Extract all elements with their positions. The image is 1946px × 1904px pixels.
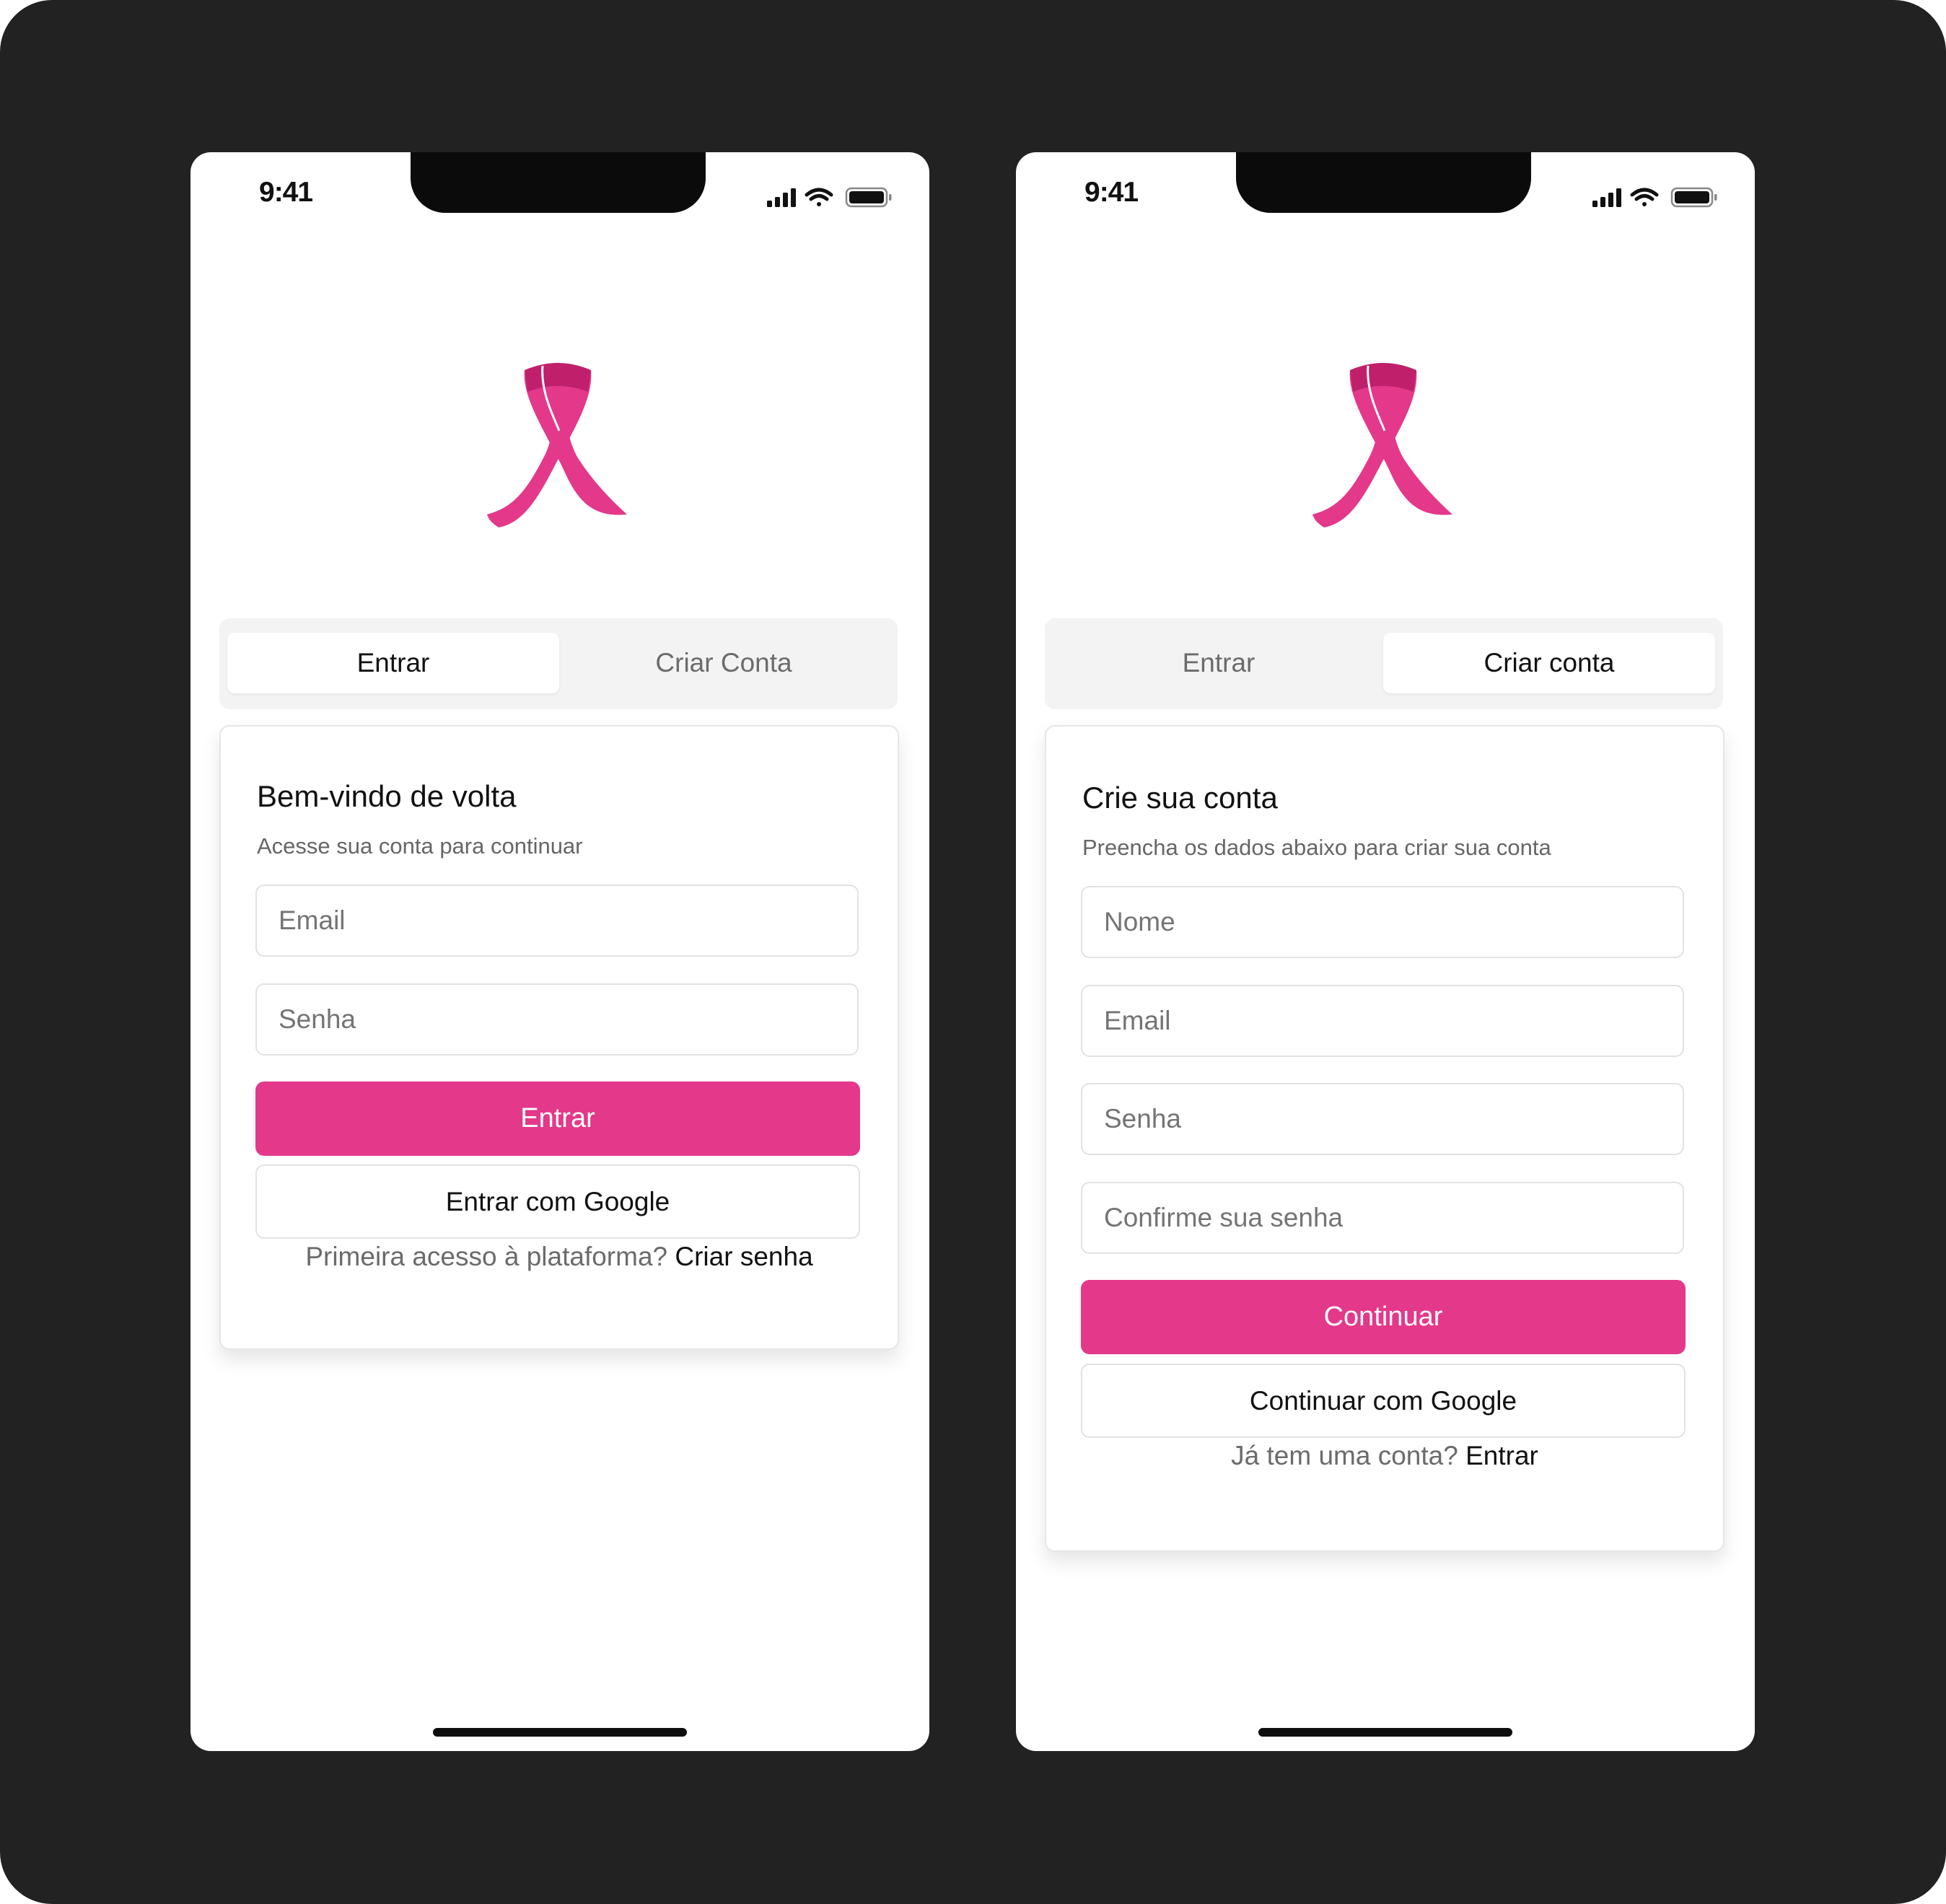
footer-text: Já tem uma conta?: [1231, 1441, 1458, 1470]
tab-entrar[interactable]: Entrar: [227, 633, 559, 693]
status-time: 9:41: [259, 177, 313, 208]
email-field[interactable]: [1081, 985, 1684, 1057]
login-button[interactable]: Entrar: [255, 1082, 860, 1156]
card-subtitle: Preencha os dados abaixo para criar sua …: [1082, 835, 1551, 860]
footer-prompt: Já tem uma conta? Entrar: [1046, 1441, 1723, 1471]
email-field[interactable]: [255, 885, 859, 957]
tab-criar-conta[interactable]: Criar Conta: [558, 633, 890, 693]
login-screen: 9:41 Entrar Criar Conta Bem-vindo de vol…: [190, 152, 929, 1751]
signup-card: Crie sua conta Preencha os dados abaixo …: [1045, 725, 1724, 1552]
create-password-link[interactable]: Criar senha: [675, 1242, 812, 1271]
wifi-icon: [805, 188, 833, 206]
status-time: 9:41: [1084, 177, 1139, 208]
password-field[interactable]: [255, 983, 859, 1056]
footer-prompt: Primeira acesso à plataforma? Criar senh…: [221, 1242, 898, 1272]
tab-criar-conta[interactable]: Criar conta: [1383, 633, 1715, 693]
card-title: Bem-vindo de volta: [257, 779, 517, 813]
mockup-background: 9:41 Entrar Criar Conta Bem-vindo de vol…: [0, 0, 1946, 1904]
status-icons: [767, 187, 897, 209]
card-title: Crie sua conta: [1082, 781, 1278, 815]
signal-icon: [1592, 188, 1621, 207]
footer-text: Primeira acesso à plataforma?: [305, 1242, 668, 1271]
auth-tabs: Entrar Criar conta: [1045, 618, 1723, 709]
battery-icon: [845, 187, 892, 208]
wifi-icon: [1630, 188, 1659, 206]
password-field[interactable]: [1081, 1083, 1684, 1155]
pink-ribbon-icon: [1312, 363, 1452, 527]
battery-icon: [1670, 187, 1717, 208]
home-indicator: [1258, 1728, 1512, 1737]
auth-tabs: Entrar Criar Conta: [219, 618, 898, 709]
device-notch: [411, 152, 706, 213]
signal-icon: [767, 188, 796, 207]
card-subtitle: Acesse sua conta para continuar: [257, 833, 583, 859]
device-notch: [1236, 152, 1531, 213]
signup-screen: 9:41 Entrar Criar conta Crie sua conta P…: [1016, 152, 1755, 1751]
google-continue-button[interactable]: Continuar com Google: [1081, 1364, 1686, 1438]
continue-button[interactable]: Continuar: [1081, 1280, 1686, 1354]
confirm-password-field[interactable]: [1081, 1182, 1684, 1254]
pink-ribbon-icon: [487, 363, 627, 527]
login-card: Bem-vindo de volta Acesse sua conta para…: [219, 725, 899, 1350]
google-login-button[interactable]: Entrar com Google: [255, 1164, 860, 1239]
login-link[interactable]: Entrar: [1465, 1441, 1538, 1470]
home-indicator: [433, 1728, 687, 1737]
status-icons: [1592, 187, 1722, 209]
name-field[interactable]: [1081, 886, 1684, 958]
tab-entrar[interactable]: Entrar: [1053, 633, 1385, 693]
